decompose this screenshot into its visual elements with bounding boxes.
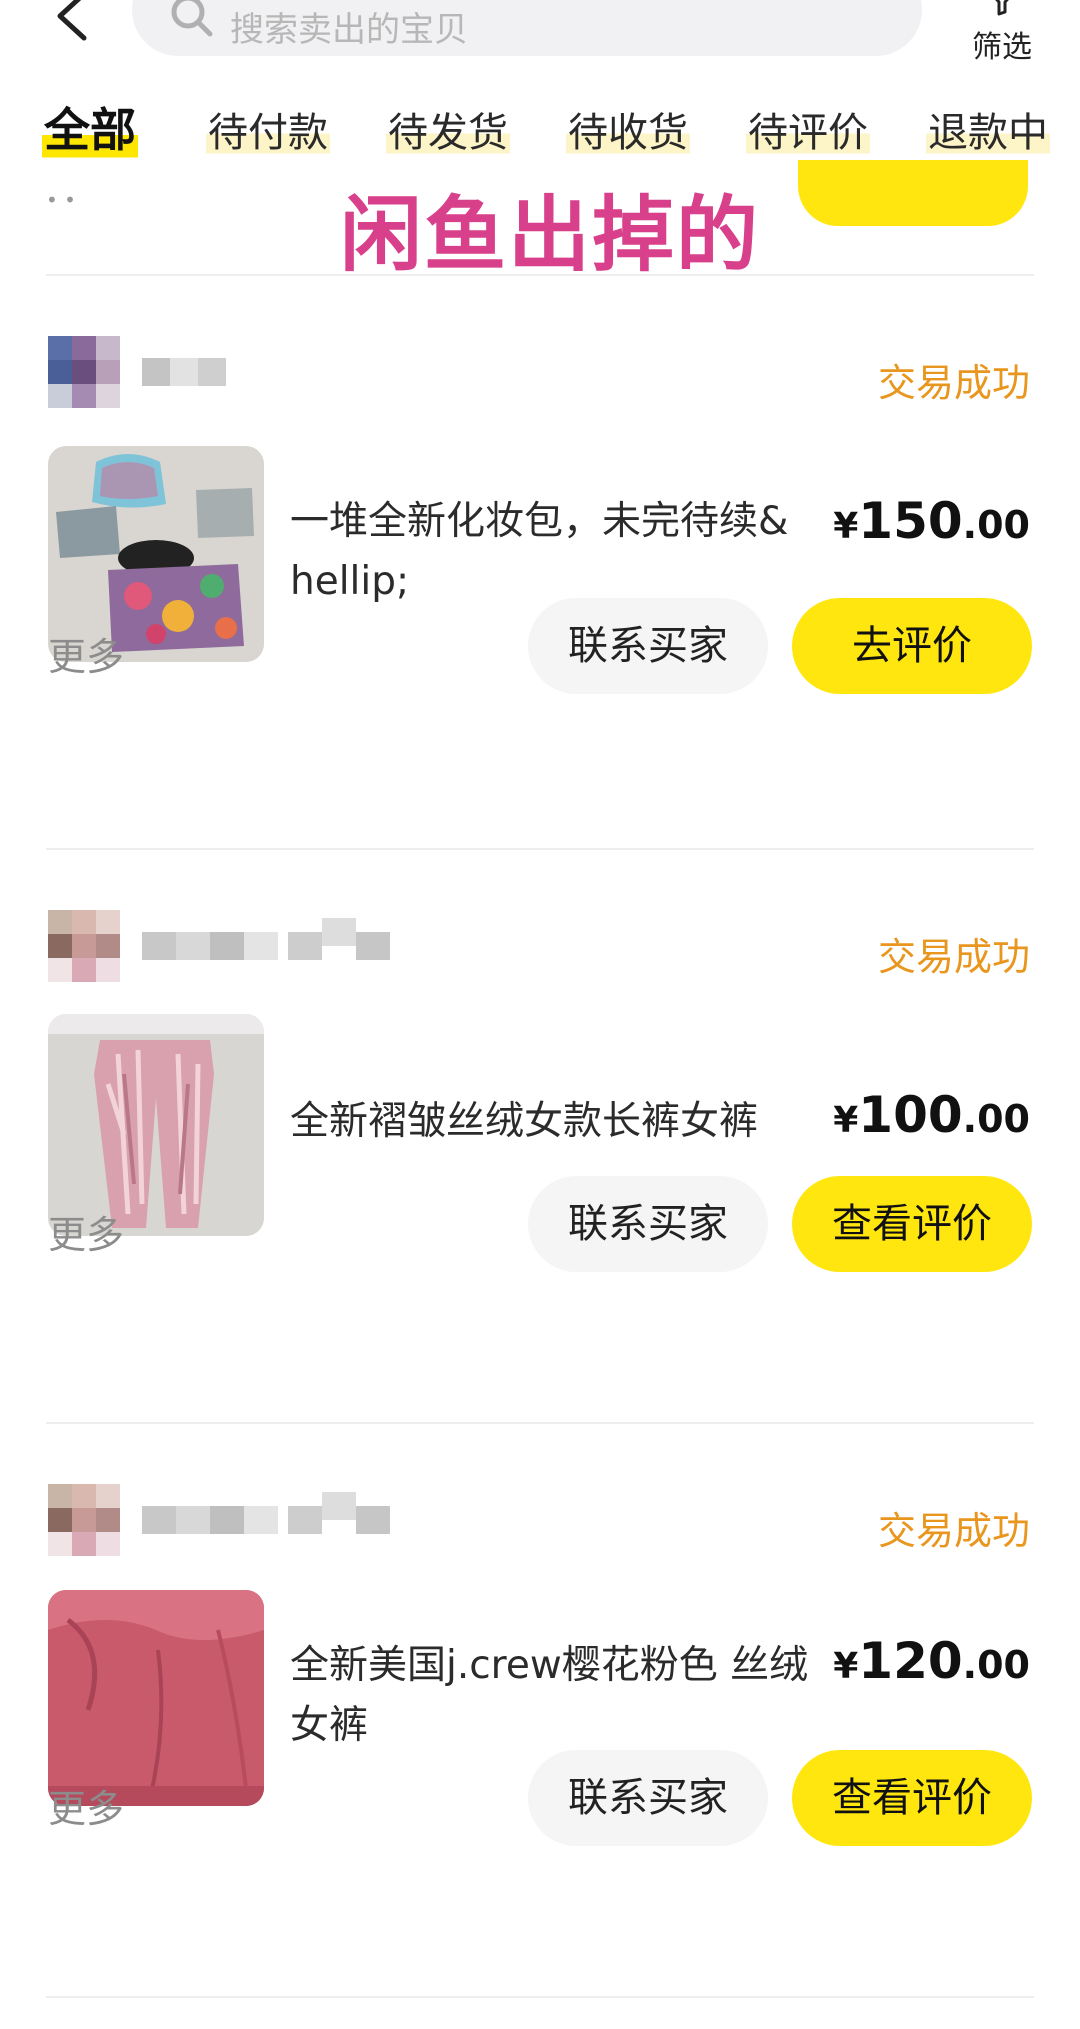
filter-icon bbox=[995, 0, 1009, 16]
back-icon[interactable] bbox=[44, 0, 100, 42]
more-link[interactable]: 更多 bbox=[48, 1778, 124, 1833]
tab-all[interactable]: 全部 bbox=[42, 94, 138, 160]
search-icon bbox=[171, 0, 213, 37]
order-card: 交易成功 全新褶皱丝绒女款长裤女裤 ¥100.00 更多 联系买家 查看评价 bbox=[0, 850, 1080, 1370]
view-review-button[interactable]: 查看评价 bbox=[792, 1750, 1032, 1846]
partial-action-button[interactable] bbox=[798, 160, 1028, 226]
order-status: 交易成功 bbox=[877, 361, 1030, 405]
price-integer: 120 bbox=[858, 1632, 963, 1690]
product-title[interactable]: 全新美国j.crew樱花粉色 丝绒女裤 bbox=[290, 1636, 810, 1756]
product-image[interactable] bbox=[48, 1590, 264, 1806]
order-status: 交易成功 bbox=[877, 935, 1030, 979]
tab-refunding[interactable]: 退款中 bbox=[926, 100, 1050, 158]
avatar[interactable] bbox=[48, 910, 120, 982]
price-decimal: .00 bbox=[962, 1643, 1030, 1687]
price-integer: 100 bbox=[858, 1086, 963, 1144]
avatar[interactable] bbox=[48, 336, 120, 408]
contact-buyer-button[interactable]: 联系买家 bbox=[528, 1750, 768, 1846]
product-price: ¥150.00 bbox=[833, 492, 1030, 550]
product-title[interactable]: 全新褶皱丝绒女款长裤女裤 bbox=[290, 1092, 810, 1152]
product-title[interactable]: 一堆全新化妆包，未完待续&hellip; bbox=[290, 492, 810, 612]
contact-buyer-button[interactable]: 联系买家 bbox=[528, 1176, 768, 1272]
tab-pending-review[interactable]: 待评价 bbox=[746, 100, 870, 158]
partial-text: • • bbox=[46, 188, 76, 212]
tab-pending-receipt[interactable]: 待收货 bbox=[566, 100, 690, 158]
avatar[interactable] bbox=[48, 1484, 120, 1556]
more-link[interactable]: 更多 bbox=[48, 1204, 124, 1259]
filter-button[interactable]: 筛选 bbox=[952, 0, 1052, 70]
order-card: 交易成功 一堆全新化妆包，未完待续&hellip; ¥150.00 更多 联系买… bbox=[0, 276, 1080, 796]
product-image[interactable] bbox=[48, 1014, 264, 1236]
product-price: ¥100.00 bbox=[833, 1086, 1030, 1144]
search-placeholder: 搜索卖出的宝贝 bbox=[230, 10, 468, 50]
price-integer: 150 bbox=[858, 492, 963, 550]
overlay-title: 闲鱼出掉的 bbox=[340, 188, 761, 283]
tab-pending-payment[interactable]: 待付款 bbox=[206, 100, 330, 158]
price-currency: ¥ bbox=[833, 506, 859, 547]
divider bbox=[46, 1996, 1034, 1998]
tab-pending-shipment[interactable]: 待发货 bbox=[386, 100, 510, 158]
order-status: 交易成功 bbox=[877, 1509, 1030, 1553]
filter-label: 筛选 bbox=[972, 30, 1032, 65]
top-bar: 搜索卖出的宝贝 筛选 bbox=[0, 0, 1080, 70]
view-review-button[interactable]: 查看评价 bbox=[792, 1176, 1032, 1272]
review-button[interactable]: 去评价 bbox=[792, 598, 1032, 694]
price-currency: ¥ bbox=[833, 1646, 859, 1687]
order-card: 交易成功 全新美国j.crew樱花粉色 丝绒女裤 ¥120.00 更多 联系买家… bbox=[0, 1424, 1080, 1944]
price-decimal: .00 bbox=[962, 1097, 1030, 1141]
price-currency: ¥ bbox=[833, 1100, 859, 1141]
search-input[interactable]: 搜索卖出的宝贝 bbox=[132, 0, 922, 56]
contact-buyer-button[interactable]: 联系买家 bbox=[528, 598, 768, 694]
product-price: ¥120.00 bbox=[833, 1632, 1030, 1690]
price-decimal: .00 bbox=[962, 503, 1030, 547]
more-link[interactable]: 更多 bbox=[48, 626, 124, 681]
